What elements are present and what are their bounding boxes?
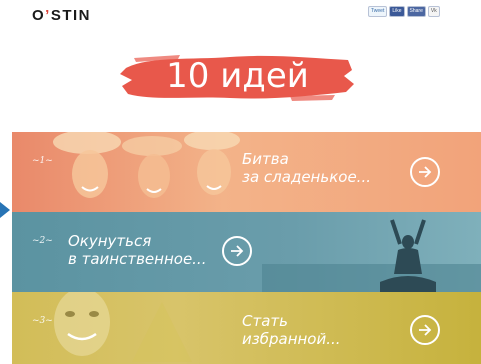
idea-title: Битва за сладенькое...: [242, 150, 371, 186]
arrow-right-icon[interactable]: [410, 157, 440, 187]
idea-title: Стать избранной...: [242, 312, 341, 348]
vk-button[interactable]: Vk: [427, 6, 440, 17]
idea-number: ~2~: [32, 236, 53, 246]
scroll-marker-icon[interactable]: [0, 202, 10, 218]
share-buttons: Tweet Like Share Vk: [368, 6, 440, 17]
idea-card-2[interactable]: ~2~ Окунуться в таинственное...: [12, 212, 481, 292]
idea-card-1[interactable]: ~1~ Битва за сладенькое...: [12, 132, 481, 212]
idea-title-line2: в таинственное...: [68, 250, 207, 268]
idea-title-line1: Окунуться: [68, 232, 152, 250]
logo-text-o: O: [32, 7, 46, 24]
logo[interactable]: O’STIN: [32, 7, 91, 24]
idea-title: Окунуться в таинственное...: [68, 232, 206, 268]
idea-title-line2: за сладенькое...: [242, 168, 371, 186]
idea-card-3[interactable]: ~3~ Стать избранной...: [12, 292, 481, 364]
arrow-right-icon[interactable]: [222, 236, 252, 266]
arrow-right-icon[interactable]: [410, 315, 440, 345]
tweet-button[interactable]: Tweet: [368, 6, 388, 17]
logo-text-stin: STIN: [50, 7, 92, 24]
title-banner: 10 идей: [120, 46, 355, 106]
facebook-share-button[interactable]: Share: [406, 6, 426, 17]
idea-title-line1: Битва: [242, 150, 289, 168]
idea-title-line2: избранной...: [242, 330, 341, 348]
idea-title-line1: Стать: [242, 312, 288, 330]
idea-number: ~3~: [32, 316, 53, 326]
facebook-like-button[interactable]: Like: [389, 6, 405, 17]
page-title: 10 идей: [166, 56, 309, 96]
idea-number: ~1~: [32, 156, 53, 166]
